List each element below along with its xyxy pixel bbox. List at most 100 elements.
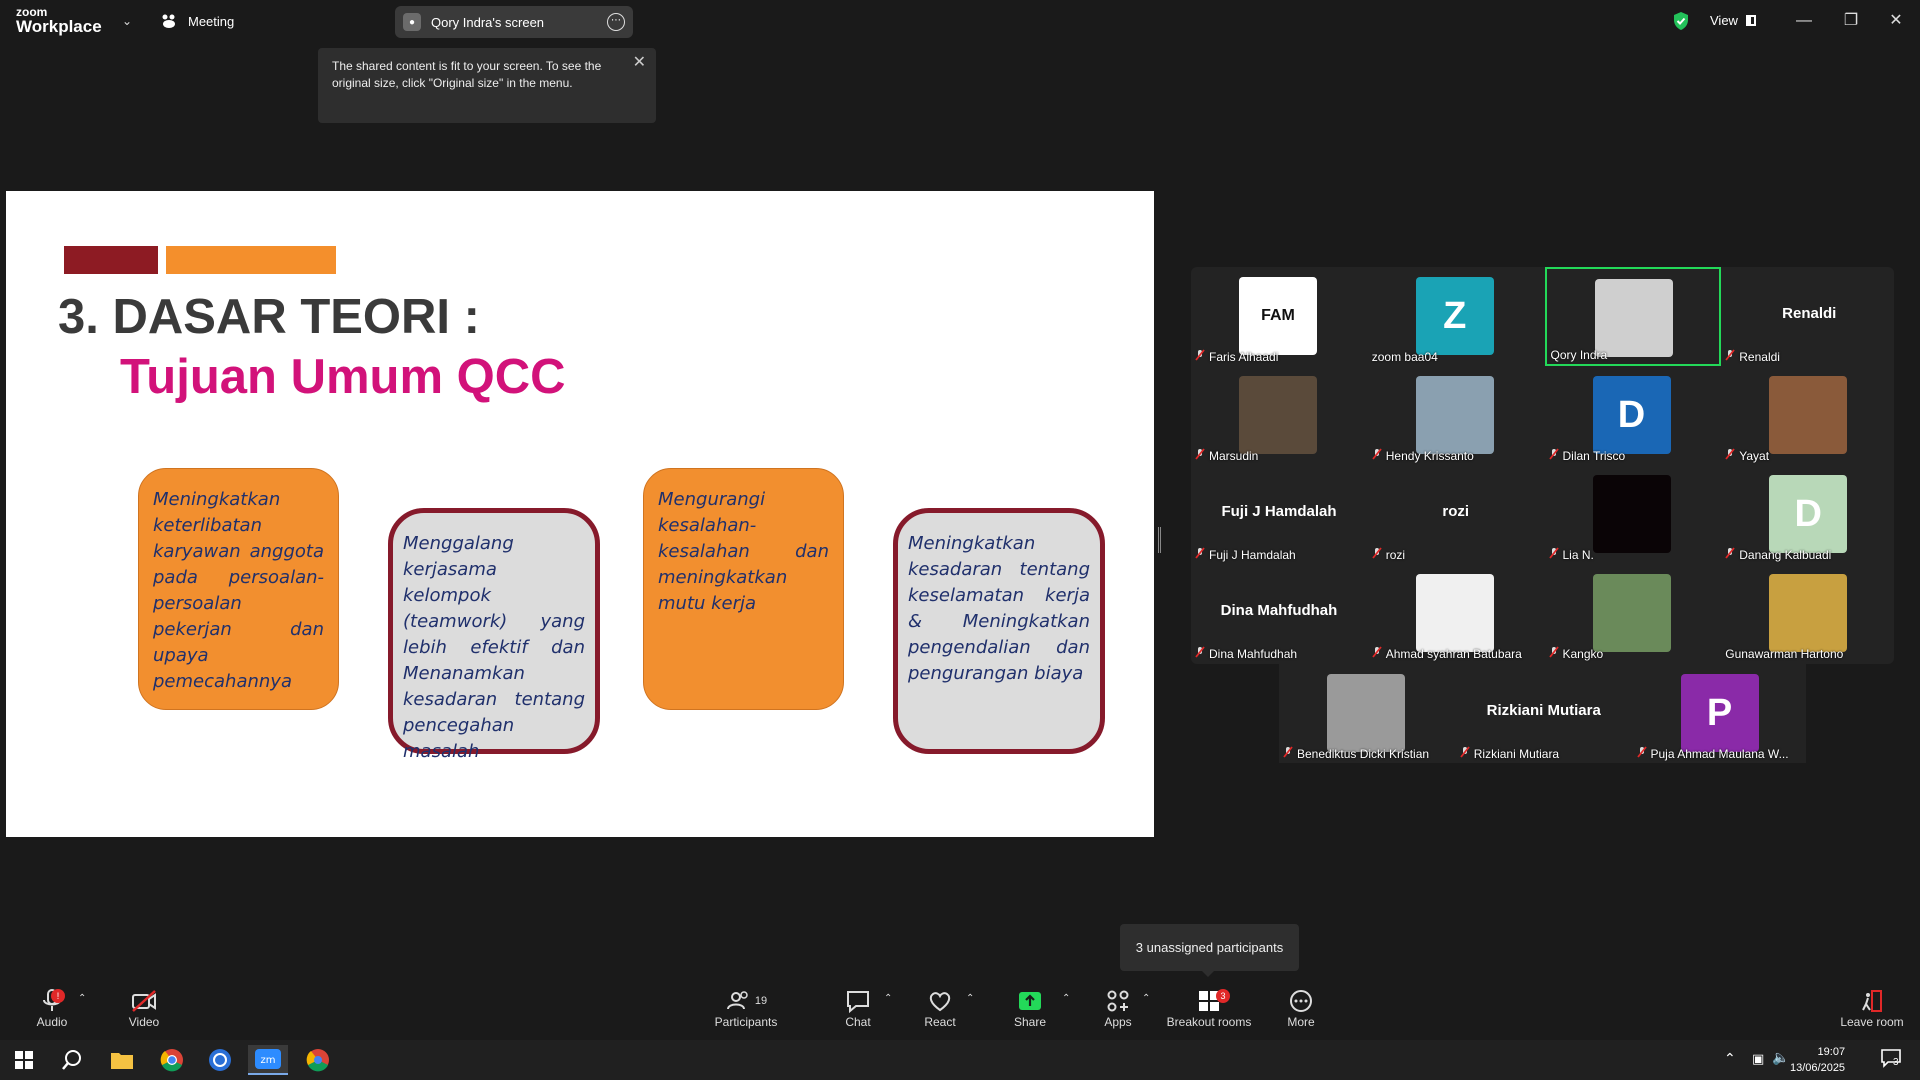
speaker-icon[interactable]: 🔈 [1772,1049,1789,1066]
breakout-rooms-button[interactable]: Breakout rooms [1166,987,1252,1029]
participant-tile[interactable]: Yayat [1721,366,1897,465]
muted-mic-icon [1195,448,1205,463]
participant-tile[interactable]: Ahmad syahran Batubara [1368,564,1544,663]
participant-tile[interactable]: Dina Mahfudhah Dina Mahfudhah [1191,564,1367,663]
leave-room-button[interactable]: Leave room [1836,987,1908,1029]
more-label: More [1287,1015,1315,1029]
participant-tile[interactable]: Kangko [1545,564,1721,663]
participant-name: Qory Indra [1550,348,1608,362]
participant-tile[interactable]: FAM Faris Alhaadi [1191,267,1367,366]
participant-tile[interactable]: Marsudin [1191,366,1367,465]
participant-avatar [1769,376,1848,454]
windows-start-icon[interactable] [4,1045,44,1075]
chevron-down-icon[interactable]: ⌄ [122,14,132,28]
video-button[interactable]: Video [124,987,164,1029]
participant-display-name: Dina Mahfudhah [1220,602,1338,619]
zoom-workplace-logo[interactable]: zoom Workplace [16,6,102,35]
video-label: Video [128,1015,160,1029]
participant-tile[interactable]: rozi rozi [1368,465,1544,564]
participant-tile[interactable]: Rizkiani Mutiara Rizkiani Mutiara [1456,664,1632,763]
tooltip-text: The shared content is fit to your screen… [332,59,602,90]
apps-icon [1107,990,1129,1012]
participant-tile[interactable]: Zzoom baa04 [1368,267,1544,366]
muted-mic-icon [1195,349,1205,364]
participant-tile[interactable]: Renaldi Renaldi [1721,267,1897,366]
panel-resize-handle[interactable] [1158,527,1161,553]
more-button[interactable]: More [1281,987,1321,1029]
clock-time: 19:07 [1817,1046,1846,1058]
participant-name-label: Lia N. [1548,547,1594,562]
muted-mic-icon [1725,448,1735,463]
muted-mic-icon [1548,547,1559,562]
participant-tile[interactable]: Fuji J Hamdalah Fuji J Hamdalah [1191,465,1367,564]
windows-taskbar: zm ⌃ ▣ 🔈 19:07 13/06/2025 3 [0,1040,1920,1080]
chat-options-caret[interactable]: ⌃ [884,993,892,1004]
breakout-rooms-badge: 3 [1216,989,1230,1003]
participant-avatar: Z [1415,277,1494,355]
chrome-icon[interactable] [152,1045,192,1075]
participant-tile[interactable]: Lia N. [1545,465,1721,564]
share-options-caret[interactable]: ⌃ [1062,993,1070,1004]
chat-button[interactable]: Chat [838,987,878,1029]
apps-button[interactable]: Apps [1098,987,1138,1029]
muted-mic-icon [1725,547,1735,562]
react-options-caret[interactable]: ⌃ [966,993,974,1004]
minimize-button[interactable]: — [1789,8,1819,34]
zoom-taskbar-icon[interactable]: zm [248,1045,288,1075]
title-bar: zoom Workplace ⌄ Meeting ● Qory Indra's … [0,0,1920,44]
participant-tile[interactable]: Qory Indra [1544,267,1721,366]
chrome-profile-icon[interactable] [298,1045,338,1075]
app-icon[interactable] [200,1045,240,1075]
security-shield-icon[interactable] [1672,11,1690,31]
audio-options-caret[interactable]: ⌃ [78,993,86,1004]
participant-tile[interactable]: Hendy Krissanto [1368,366,1544,465]
shared-slide: 3. DASAR TEORI : Tujuan Umum QCC Meningk… [6,191,1154,837]
participant-tile[interactable]: Benediktus Dicki Kristian [1279,664,1455,763]
participant-name-label: Fuji J Hamdalah [1195,547,1296,562]
share-button[interactable]: Share [1010,987,1050,1029]
participant-avatar [1415,574,1494,652]
participant-name: Faris Alhaadi [1209,349,1279,364]
participant-avatar [1594,279,1673,357]
participant-avatar [1415,376,1494,454]
leave-icon [1862,990,1882,1012]
shared-screen-pill[interactable]: ● Qory Indra's screen ⋯ [395,6,633,38]
clock-date: 13/06/2025 [1790,1062,1846,1074]
shared-screen-label: Qory Indra's screen [431,14,545,30]
presenter-avatar-icon: ● [403,13,421,31]
participant-tile[interactable]: D Danang Kalbuadi [1721,465,1897,564]
participant-name-label: Faris Alhaadi [1195,349,1278,364]
participant-name: Fuji J Hamdalah [1209,547,1296,562]
participant-name-label: Qory Indra [1551,348,1608,362]
participant-name: Benediktus Dicki Kristian [1297,746,1430,761]
participant-name: rozi [1385,547,1406,562]
more-options-icon[interactable]: ⋯ [607,13,625,31]
notifications-icon[interactable]: 3 [1880,1048,1902,1070]
participant-tile[interactable]: D Dilan Trisco [1545,366,1721,465]
meeting-icon [162,14,175,28]
participants-button[interactable]: 19 Participants [712,987,780,1029]
fit-to-screen-tooltip: The shared content is fit to your screen… [318,48,656,123]
participant-avatar: D [1592,376,1671,454]
apps-options-caret[interactable]: ⌃ [1142,993,1150,1004]
taskbar-clock[interactable]: 19:07 13/06/2025 [1790,1044,1845,1076]
goal-box-3: Mengurangi kesalahan-kesalahan dan menin… [643,468,844,710]
participant-name: Kangko [1562,646,1604,661]
network-icon[interactable]: ▣ [1752,1051,1764,1067]
search-icon[interactable] [52,1045,92,1075]
participant-tile[interactable]: Gunawarman Hartono [1721,564,1897,663]
restore-button[interactable]: ❐ [1836,8,1866,34]
participant-tile[interactable]: P Puja Ahmad Maulana W... [1633,664,1809,763]
tray-chevron-up-icon[interactable]: ⌃ [1724,1050,1736,1067]
close-icon[interactable]: ✕ [633,54,646,71]
video-off-icon [132,990,156,1012]
view-label: View [1710,13,1738,28]
participant-avatar [1769,574,1848,652]
close-window-button[interactable]: ✕ [1881,8,1911,34]
muted-mic-icon [1372,646,1382,661]
file-explorer-icon[interactable] [102,1045,142,1075]
meeting-menu[interactable]: Meeting [160,13,234,29]
react-button[interactable]: React [920,987,960,1029]
participant-name-label: Renaldi [1725,349,1780,364]
view-menu[interactable]: View [1710,13,1756,28]
